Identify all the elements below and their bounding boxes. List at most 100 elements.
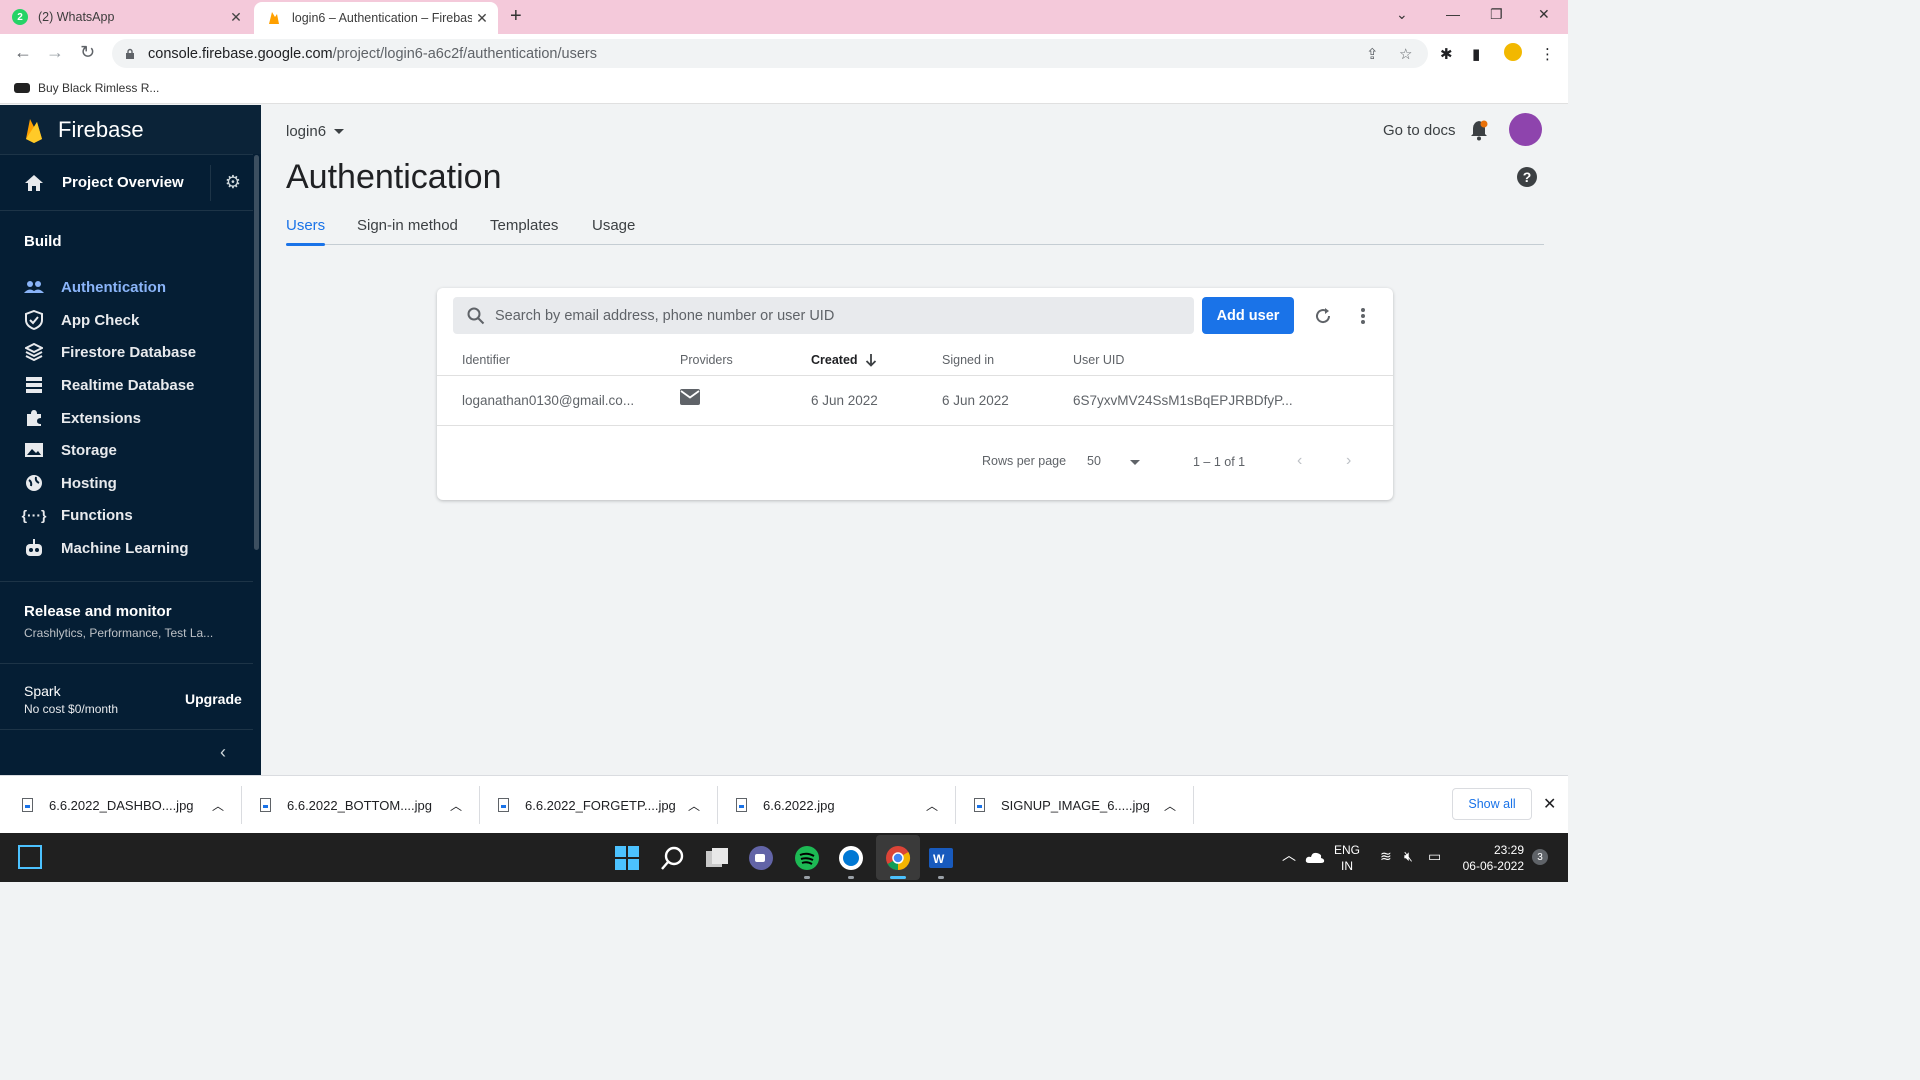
share-icon[interactable]: ⇪ xyxy=(1366,45,1379,63)
sidebar-item-label: Realtime Database xyxy=(61,376,195,394)
windows-start-icon[interactable] xyxy=(614,845,640,871)
profile-avatar-icon[interactable] xyxy=(1504,43,1522,61)
column-header-created[interactable]: Created xyxy=(811,353,858,367)
date: 06-06-2022 xyxy=(1462,859,1524,873)
tab-users[interactable]: Users xyxy=(286,217,325,234)
download-item[interactable]: SIGNUP_IMAGE_6.....jpg ︿ xyxy=(974,776,1176,834)
widgets-icon[interactable] xyxy=(18,845,42,869)
forward-icon[interactable]: → xyxy=(46,42,64,63)
chevron-up-icon[interactable]: ︿ xyxy=(688,797,700,814)
tab-whatsapp[interactable]: 2 (2) WhatsApp ✕ xyxy=(12,0,252,34)
column-header-identifier[interactable]: Identifier xyxy=(462,353,510,367)
avatar[interactable] xyxy=(1509,113,1542,146)
next-page-icon[interactable]: › xyxy=(1346,452,1351,470)
chrome-menu-icon[interactable]: ⋮ xyxy=(1540,45,1555,63)
notification-count-badge[interactable]: 3 xyxy=(1532,849,1548,865)
language-indicator[interactable]: ENG IN xyxy=(1334,842,1360,874)
task-view-icon[interactable] xyxy=(704,845,730,871)
address-bar[interactable]: console.firebase.google.com/project/logi… xyxy=(112,39,1428,68)
chevron-up-icon[interactable]: ︿ xyxy=(926,797,938,814)
sidebar-item-app-check[interactable]: App Check xyxy=(24,304,139,336)
spotify-icon[interactable] xyxy=(794,845,820,871)
new-tab-icon[interactable]: + xyxy=(510,5,522,28)
column-header-signed-in[interactable]: Signed in xyxy=(942,353,994,367)
close-tab-icon[interactable]: ✕ xyxy=(472,10,492,27)
chevron-up-icon[interactable]: ︿ xyxy=(1164,797,1176,814)
sidebar-header[interactable]: Firebase xyxy=(0,105,261,154)
sidebar-item-firestore[interactable]: Firestore Database xyxy=(24,336,196,368)
build-heading: Build xyxy=(24,233,62,250)
gear-icon[interactable]: ⚙ xyxy=(209,164,241,201)
teams-chat-icon[interactable] xyxy=(748,845,774,871)
download-item[interactable]: 6.6.2022.jpg ︿ xyxy=(736,776,938,834)
bookmark-star-icon[interactable]: ☆ xyxy=(1399,45,1412,63)
chevron-down-icon[interactable] xyxy=(1130,460,1140,465)
sidebar-scrollbar[interactable] xyxy=(254,155,259,550)
download-item[interactable]: 6.6.2022_DASHBO....jpg ︿ xyxy=(22,776,224,834)
mail-icon xyxy=(680,389,700,405)
close-tab-icon[interactable]: ✕ xyxy=(226,9,246,26)
robot-icon xyxy=(24,538,44,558)
speaker-muted-icon[interactable]: 🔇︎ xyxy=(1404,848,1413,864)
sidebar-item-hosting[interactable]: Hosting xyxy=(24,467,117,499)
sidebar-item-realtime-database[interactable]: Realtime Database xyxy=(24,369,194,401)
project-overview-item[interactable]: Project Overview ⚙ xyxy=(0,154,253,211)
clock[interactable]: 23:29 06-06-2022 xyxy=(1460,842,1524,874)
extensions-icon[interactable]: ✱ xyxy=(1440,45,1453,63)
more-options-icon[interactable] xyxy=(1359,306,1367,326)
sidebar-item-machine-learning[interactable]: Machine Learning xyxy=(24,532,189,564)
chevron-up-icon[interactable]: ︿ xyxy=(450,797,462,814)
app-icon[interactable] xyxy=(838,845,864,871)
divider xyxy=(479,786,480,824)
cell-user-uid[interactable]: 6S7yxvMV24SsM1sBqEPJRBDfyP... xyxy=(1073,393,1293,408)
tab-firebase[interactable]: login6 – Authentication – Firebase conso… xyxy=(254,2,498,34)
sidebar-item-label: Functions xyxy=(61,506,133,524)
download-item[interactable]: 6.6.2022_FORGETP....jpg ︿ xyxy=(498,776,700,834)
minimize-icon[interactable]: — xyxy=(1446,6,1460,22)
cell-identifier[interactable]: loganathan0130@gmail.co... xyxy=(462,393,634,408)
rows-per-page-select[interactable]: 50 xyxy=(1087,454,1101,468)
battery-icon[interactable]: ▭ xyxy=(1428,848,1441,864)
windows-taskbar: W ︿ ENG IN ≋ 🔇︎ ▭ 23:29 06-06-2022 3 xyxy=(0,833,1568,882)
sidebar-item-storage[interactable]: Storage xyxy=(24,434,117,466)
release-monitor-section[interactable]: Release and monitor Crashlytics, Perform… xyxy=(24,603,213,640)
sidebar-item-authentication[interactable]: Authentication xyxy=(24,271,166,303)
side-panel-icon[interactable]: ▮ xyxy=(1472,45,1480,63)
collapse-sidebar-icon[interactable]: ‹ xyxy=(220,742,226,763)
show-all-downloads-button[interactable]: Show all xyxy=(1452,788,1532,820)
prev-page-icon[interactable]: ‹ xyxy=(1297,452,1302,470)
tab-search-icon[interactable]: ⌄ xyxy=(1396,6,1408,23)
project-selector[interactable]: login6 xyxy=(286,123,345,140)
help-icon[interactable]: ? xyxy=(1517,167,1537,187)
onedrive-icon[interactable] xyxy=(1305,850,1325,864)
add-user-button[interactable]: Add user xyxy=(1202,297,1294,334)
search-icon xyxy=(467,307,485,324)
word-icon[interactable]: W xyxy=(928,845,954,871)
wifi-icon[interactable]: ≋ xyxy=(1380,848,1392,864)
reload-icon[interactable]: ↻ xyxy=(80,42,95,63)
tab-templates[interactable]: Templates xyxy=(490,217,558,234)
search-icon[interactable] xyxy=(660,845,686,871)
back-icon[interactable]: ← xyxy=(14,42,32,63)
chevron-up-icon[interactable]: ︿ xyxy=(212,797,224,814)
bookmark-item[interactable]: Buy Black Rimless R... xyxy=(38,81,159,95)
search-input[interactable] xyxy=(495,307,1175,324)
sidebar-item-extensions[interactable]: Extensions xyxy=(24,402,141,434)
refresh-icon[interactable] xyxy=(1313,306,1333,326)
chevron-up-icon[interactable]: ︿ xyxy=(1282,847,1296,863)
lock-icon xyxy=(126,48,134,59)
sidebar-item-functions[interactable]: {···} Functions xyxy=(22,499,133,531)
tab-sign-in-method[interactable]: Sign-in method xyxy=(357,217,458,234)
restore-icon[interactable]: ❐ xyxy=(1490,6,1503,23)
go-to-docs-link[interactable]: Go to docs xyxy=(1383,122,1456,139)
search-bar[interactable] xyxy=(453,297,1194,334)
chrome-icon[interactable] xyxy=(885,845,911,871)
image-file-icon xyxy=(974,798,985,812)
tab-usage[interactable]: Usage xyxy=(592,217,635,234)
upgrade-button[interactable]: Upgrade xyxy=(185,691,242,707)
download-item[interactable]: 6.6.2022_BOTTOM....jpg ︿ xyxy=(260,776,462,834)
bell-icon[interactable] xyxy=(1469,119,1489,141)
close-shelf-icon[interactable]: ✕ xyxy=(1543,794,1556,814)
close-window-icon[interactable]: ✕ xyxy=(1538,6,1550,23)
sort-arrow-down-icon[interactable] xyxy=(865,353,877,367)
